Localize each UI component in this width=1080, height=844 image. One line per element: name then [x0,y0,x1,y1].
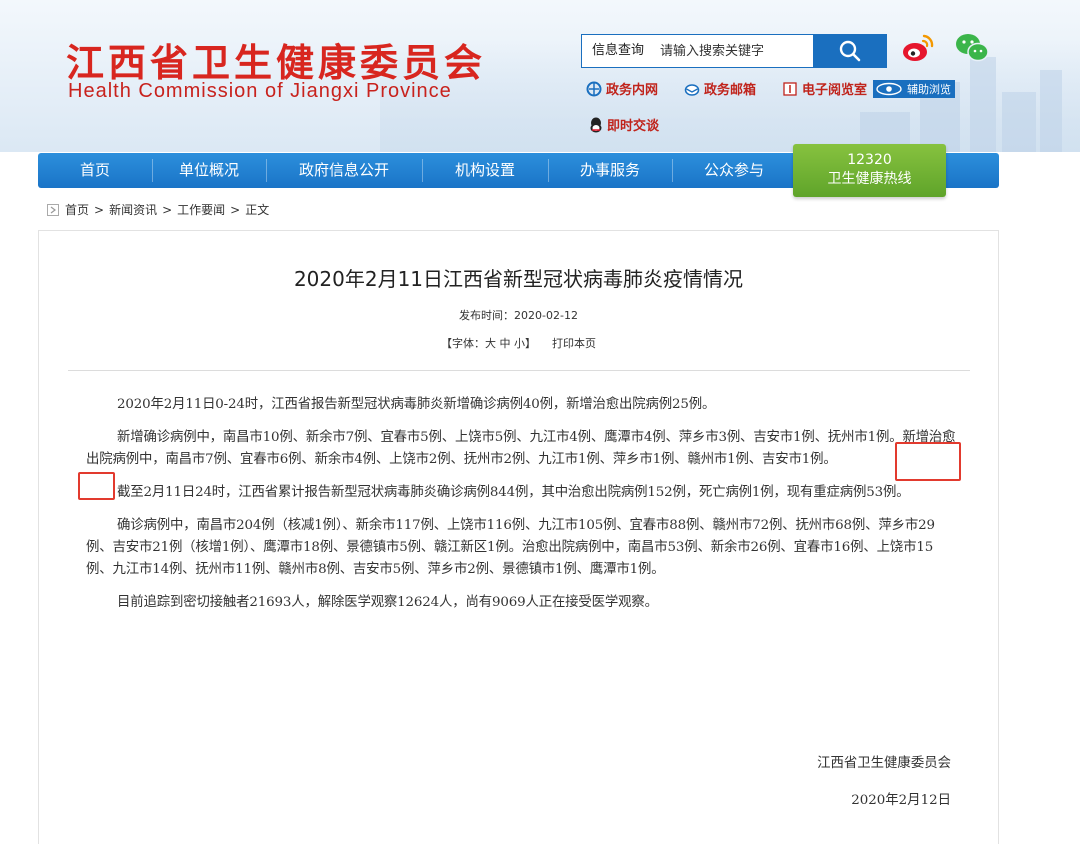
article-signature: 江西省卫生健康委员会 [817,756,951,771]
nav-gov-info[interactable]: 政府信息公开 [266,153,422,188]
wechat-icon [956,34,989,62]
highlight-box [895,442,961,481]
search-input[interactable] [660,39,810,63]
eye-icon [876,82,902,95]
article-tools: 【字体：大 中 小】 打印本页 [39,335,998,351]
article-body: 2020年2月11日0-24时，江西省报告新型冠状病毒肺炎新增确诊病例40例，新… [86,394,956,625]
article-paragraph: 截至2月11日24时，江西省累计报告新型冠状病毒肺炎确诊病例844例，其中治愈出… [117,485,910,500]
reading-room-icon [783,81,797,96]
qq-penguin-icon [590,117,602,132]
breadcrumb-work-news[interactable]: 工作要闻 [177,201,225,218]
reading-room-link[interactable]: 电子阅览室 [782,79,867,98]
site-logo-english[interactable]: Health Commission of Jiangxi Province [68,80,452,103]
nav-overview[interactable]: 单位概况 [152,153,266,188]
assist-browse-button[interactable]: 辅助浏览 [873,79,956,98]
weibo-icon [903,34,934,61]
article-paragraph: 新增确诊病例中，南昌市10例、新余市7例、宜春市5例、上饶市5例、九江市4例、鹰… [86,430,956,467]
print-button[interactable]: 打印本页 [552,337,596,350]
article-paragraph: 2020年2月11日0-24时，江西省报告新型冠状病毒肺炎新增确诊病例40例，新… [117,397,716,412]
article-paragraph: 确诊病例中，南昌市204例（核减1例）、新余市117例、上饶市116例、九江市1… [86,518,935,577]
search-label: 信息查询 [592,43,645,58]
nav-participation[interactable]: 公众参与 [672,153,796,188]
chat-link[interactable]: 即时交谈 [589,115,659,134]
nav-services[interactable]: 办事服务 [548,153,672,188]
breadcrumb: 首页 > 新闻资讯 > 工作要闻 > 正文 [47,201,269,218]
publish-time: 发布时间：2020-02-12 [459,309,578,322]
chat-link-row: 即时交谈 [589,115,685,134]
article-date: 2020年2月12日 [851,793,951,808]
intranet-link[interactable]: 政务内网 [586,79,658,98]
article-paragraph: 目前追踪到密切接触者21693人，解除医学观察12624人，尚有9069人正在接… [117,595,658,610]
site-logo-chinese[interactable]: 江西省卫生健康委员会 [66,32,486,87]
mail-link[interactable]: 政务邮箱 [684,79,756,98]
search-button[interactable] [813,34,887,68]
wechat-button[interactable] [954,30,990,66]
hotline-number: 12320 [847,152,892,168]
article-title: 2020年2月11日江西省新型冠状病毒肺炎疫情情况 [293,267,744,291]
intranet-icon [586,81,602,96]
title-divider [68,370,970,371]
breadcrumb-home[interactable]: 首页 [65,201,89,218]
hotline-label: 卫生健康热线 [827,171,912,187]
breadcrumb-news[interactable]: 新闻资讯 [109,201,157,218]
breadcrumb-arrow-icon [47,203,59,216]
mail-icon [684,83,700,96]
header-quick-links: 政务内网 政务邮箱 电子阅览室 辅助浏览 [586,79,956,98]
article-panel: 2020年2月11日江西省新型冠状病毒肺炎疫情情况 发布时间：2020-02-1… [38,230,999,844]
search-bar: 信息查询 [581,34,887,68]
font-size-control[interactable]: 【字体：大 中 小】 [441,337,536,350]
site-header: 江西省卫生健康委员会 Health Commission of Jiangxi … [0,0,1080,152]
highlight-box [78,472,115,500]
breadcrumb-current: 正文 [245,203,270,217]
hotline-button[interactable]: 12320 卫生健康热线 [793,144,946,197]
weibo-button[interactable] [900,30,936,66]
nav-organization[interactable]: 机构设置 [422,153,548,188]
nav-home[interactable]: 首页 [38,153,152,188]
search-icon [839,40,861,62]
